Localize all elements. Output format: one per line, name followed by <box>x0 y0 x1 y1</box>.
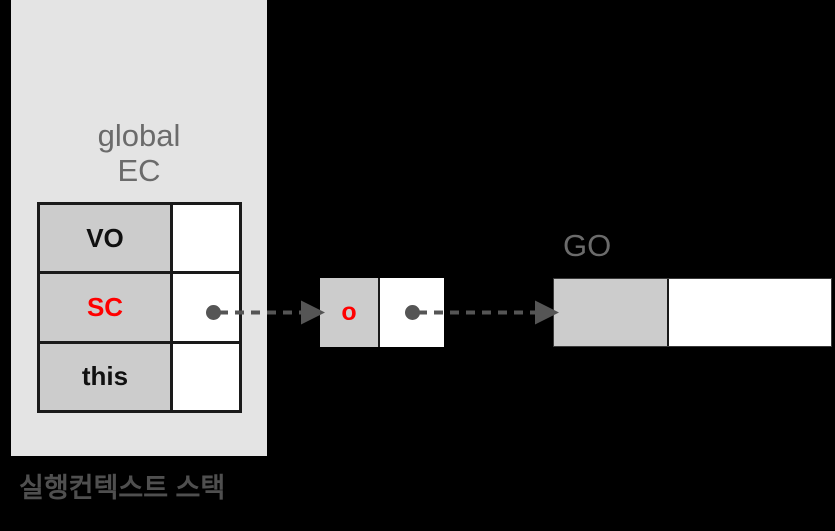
table-row: VO <box>40 205 239 275</box>
global-object-value-cell <box>669 279 831 346</box>
scope-chain-object-box: o <box>320 278 444 347</box>
scope-chain-pointer-dot-icon <box>405 305 420 320</box>
ec-key-this: this <box>40 343 173 410</box>
table-row: this <box>40 343 239 410</box>
global-object-label: GO <box>563 228 612 263</box>
global-object-key-cell <box>554 279 669 346</box>
ec-value-vo <box>173 205 239 272</box>
execution-context-stack-caption: 실행컨텍스트 스택 <box>19 473 226 503</box>
object-key-o: o <box>320 278 380 347</box>
ec-key-sc: SC <box>40 274 173 341</box>
diagram-canvas: global EC VO SC this 실행컨텍스트 스택 o GO <box>0 0 835 531</box>
global-object-box <box>553 278 832 347</box>
sc-pointer-dot-icon <box>206 305 221 320</box>
ec-value-this <box>173 343 239 410</box>
ec-key-vo: VO <box>40 205 173 272</box>
ec-value-sc <box>173 274 239 341</box>
global-ec-label: global EC <box>97 118 181 188</box>
